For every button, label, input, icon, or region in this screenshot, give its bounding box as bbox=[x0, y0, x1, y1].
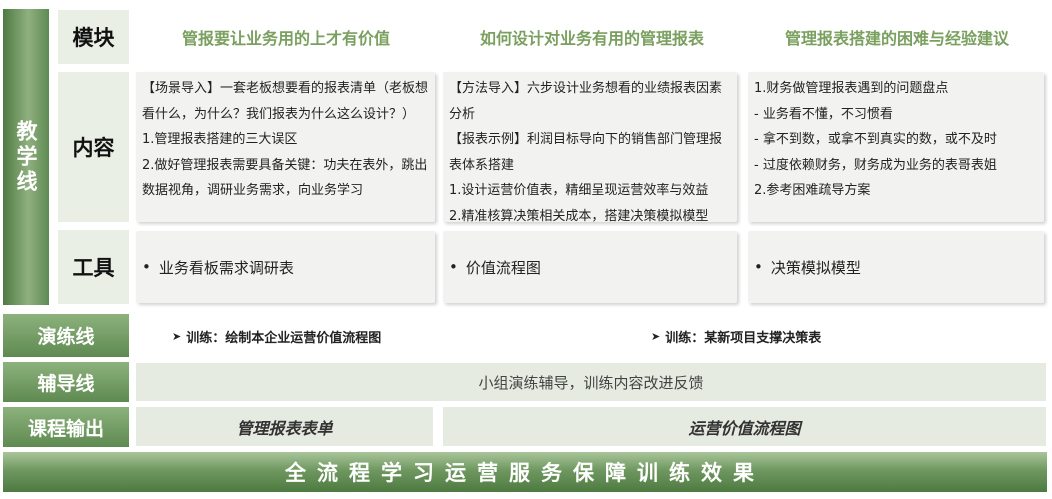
practice-line-text: 演练线 bbox=[37, 326, 95, 348]
content-card-1: 【场景导入】一套老板想要看的报表清单（老板想看什么，为什么？我们报表为什么这么设… bbox=[136, 72, 435, 222]
practice-text: 训练：绘制本企业运营价值流程图 bbox=[186, 330, 382, 346]
bullet-dot-icon: • bbox=[449, 258, 458, 276]
content-card-3: 1.财务做管理报表遇到的问题盘点 - 业务看不懂，不习惯看 - 拿不到数，或拿不… bbox=[748, 72, 1044, 222]
content-line: - 拿不到数，或拿不到真实的数，或不及时 bbox=[754, 132, 997, 147]
teaching-line-label: 教学线 bbox=[3, 9, 49, 305]
content-line: 2.精准核算决策相关成本，搭建决策模拟模型 bbox=[449, 208, 709, 223]
content-line: 【场景导入】一套老板想要看的报表清单（老板想看什么，为什么？我们报表为什么这么设… bbox=[142, 81, 429, 122]
module-title-2: 如何设计对业务有用的管理报表 bbox=[479, 29, 704, 48]
row-header-module: 模块 bbox=[58, 10, 129, 64]
tool-card-3: • 决策模拟模型 bbox=[748, 231, 1044, 303]
teaching-line-text: 教学线 bbox=[14, 119, 38, 195]
coaching-text: 小组演练辅导，训练内容改进反馈 bbox=[478, 373, 704, 392]
output-item-1: 管理报表表单 bbox=[136, 407, 433, 446]
bullet-dot-icon: • bbox=[754, 258, 763, 276]
coaching-bar: 小组演练辅导，训练内容改进反馈 bbox=[136, 363, 1046, 401]
module-title-3: 管理报表搭建的困难与经验建议 bbox=[784, 29, 1009, 48]
content-card-2: 【方法导入】六步设计业务想看的业绩报表因素分析 【报表示例】利润目标导向下的销售… bbox=[443, 72, 737, 222]
output-text: 运营价值流程图 bbox=[688, 418, 801, 438]
content-line: 【报表示例】利润目标导向下的销售部门管理报表体系搭建 bbox=[449, 132, 723, 173]
bullet-dot-icon: • bbox=[142, 258, 151, 276]
course-output-text: 课程输出 bbox=[27, 417, 104, 440]
row-header-module-text: 模块 bbox=[72, 26, 115, 50]
coaching-line-text: 辅导线 bbox=[37, 372, 95, 395]
tool-label: 价值流程图 bbox=[465, 258, 541, 277]
content-line: 1.管理报表搭建的三大误区 bbox=[142, 132, 298, 147]
footer-banner: 全流程学习运营服务保障训练效果 bbox=[3, 452, 1047, 492]
row-header-content-text: 内容 bbox=[72, 136, 115, 160]
module-title-1: 管报要让业务用的上才有价值 bbox=[181, 29, 390, 48]
practice-item-1: ➤ 训练：绘制本企业运营价值流程图 bbox=[172, 325, 442, 347]
footer-text: 全流程学习运营服务保障训练效果 bbox=[285, 461, 765, 485]
practice-line-label: 演练线 bbox=[3, 314, 129, 357]
output-text: 管理报表表单 bbox=[236, 418, 333, 438]
content-line: - 业务看不懂，不习惯看 bbox=[754, 106, 893, 122]
row-header-content: 内容 bbox=[58, 72, 129, 222]
row-header-tools: 工具 bbox=[58, 230, 129, 304]
content-line: 1.财务做管理报表遇到的问题盘点 bbox=[754, 81, 949, 96]
coaching-line-label: 辅导线 bbox=[3, 362, 129, 402]
content-line: 【方法导入】六步设计业务想看的业绩报表因素分析 bbox=[449, 81, 723, 122]
tool-label: 业务看板需求调研表 bbox=[158, 258, 294, 277]
tool-card-2: • 价值流程图 bbox=[443, 231, 737, 303]
arrowhead-icon: ➤ bbox=[651, 329, 661, 343]
tool-label: 决策模拟模型 bbox=[770, 258, 861, 277]
arrowhead-icon: ➤ bbox=[172, 329, 182, 343]
output-item-2: 运营价值流程图 bbox=[443, 407, 1046, 446]
content-line: 2.做好管理报表需要具备关键：功夫在表外，跳出数据视角，调研业务需求，向业务学习 bbox=[142, 157, 428, 199]
practice-text: 训练：某新项目支撑决策表 bbox=[665, 330, 822, 346]
course-output-label: 课程输出 bbox=[3, 407, 129, 447]
content-line: 2.参考困难疏导方案 bbox=[754, 183, 871, 198]
content-line: - 过度依赖财务，财务成为业务的表哥表姐 bbox=[754, 157, 997, 173]
practice-item-2: ➤ 训练：某新项目支撑决策表 bbox=[651, 325, 911, 347]
content-line: 1.设计运营价值表，精细呈现运营效率与效益 bbox=[449, 183, 709, 198]
row-header-tools-text: 工具 bbox=[72, 256, 115, 280]
tool-card-1: • 业务看板需求调研表 bbox=[136, 231, 435, 303]
